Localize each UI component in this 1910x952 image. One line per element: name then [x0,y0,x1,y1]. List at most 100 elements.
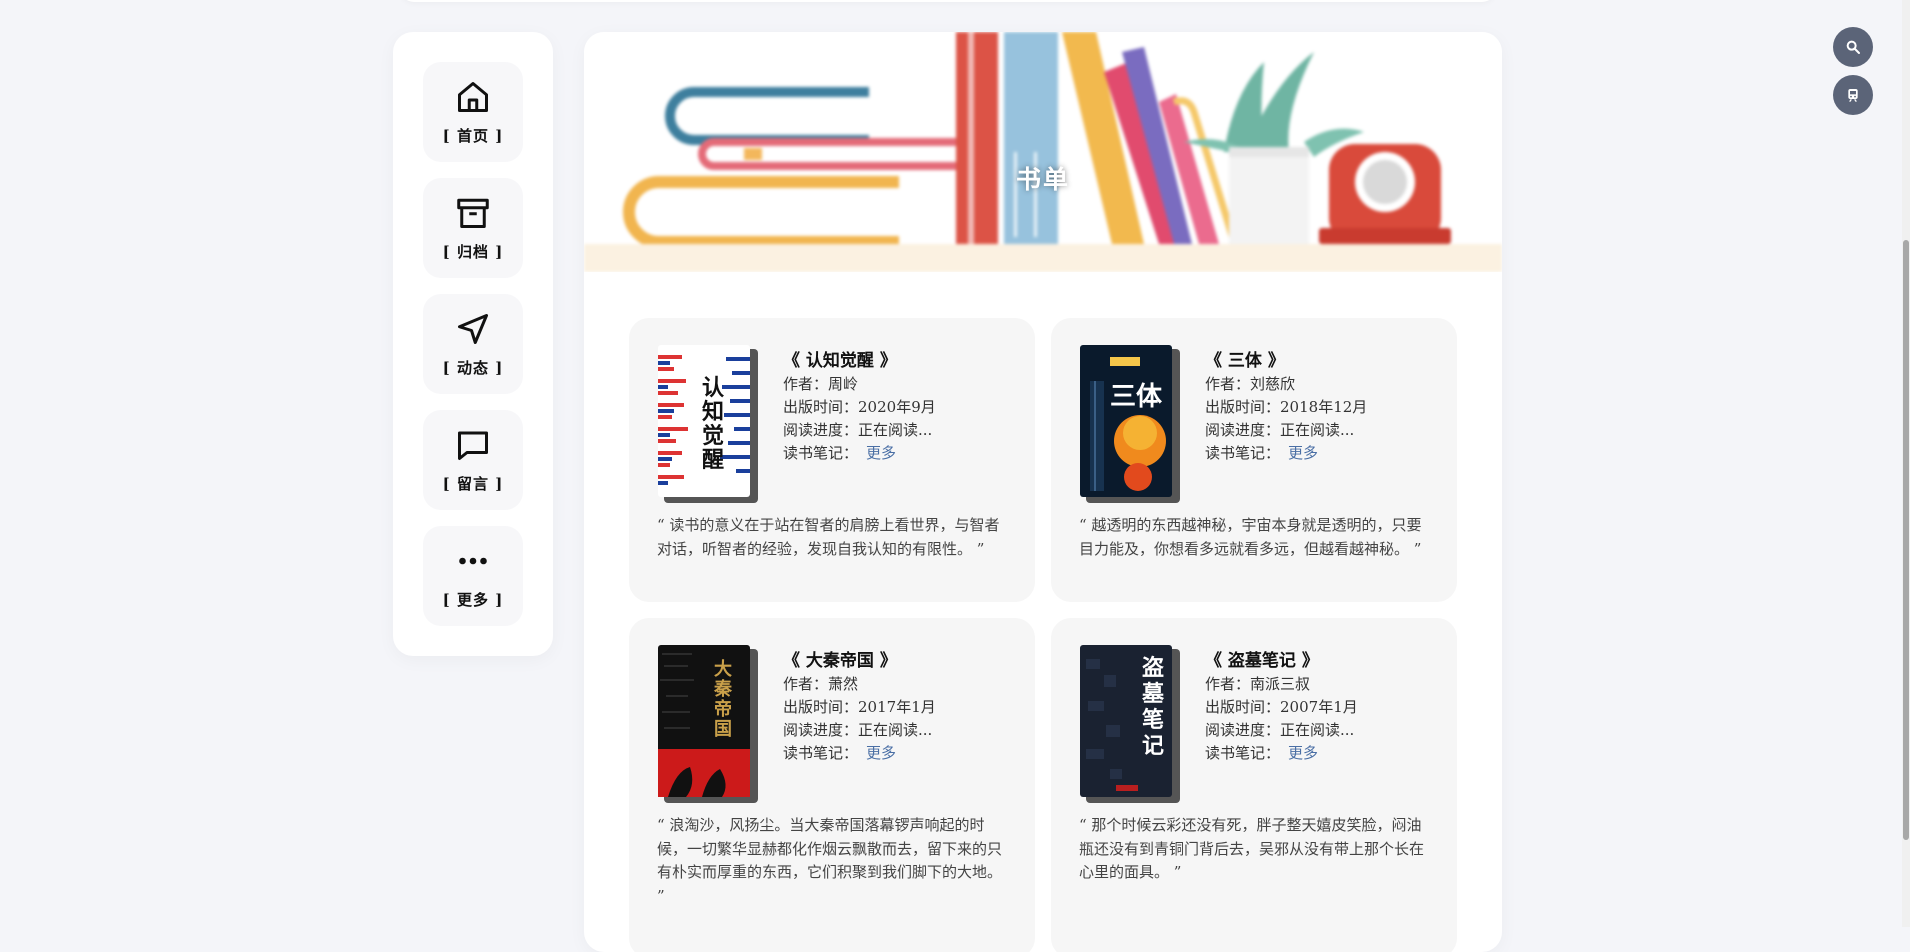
progress-label: 阅读进度： [783,421,859,439]
published-label: 出版时间： [1205,398,1281,416]
archive-icon [457,198,489,228]
book-card: 认 知 觉 醒 《 认知觉醒 》 作者：周岭 出版时间：2020年9月 阅读进度… [629,318,1035,602]
notes-label: 读书笔记： [1205,444,1281,462]
nav-label-home: [ 首页 ] [442,126,504,145]
notes-label: 读书笔记： [783,444,859,462]
book-cover-image[interactable]: 认 知 觉 醒 [658,345,758,503]
book-author: 南派三叔 [1250,675,1311,693]
book-progress-row: 阅读进度：正在阅读... [783,719,936,742]
nav-item-moments[interactable]: [ 动态 ] [423,294,523,394]
book-card: 三体 《 三体 》 作者：刘慈欣 出版时间：2018年12月 阅读进度：正在阅读… [1051,318,1457,602]
send-icon [458,313,488,344]
book-author-row: 作者：南派三叔 [1205,673,1358,696]
home-icon [458,81,488,112]
book-title[interactable]: 《 认知觉醒 》 [783,350,936,373]
notes-more-link[interactable]: 更多 [866,444,896,462]
book-published-row: 出版时间：2020年9月 [783,396,936,419]
nav-label-more: [ 更多 ] [442,590,504,609]
book-notes-row: 读书笔记： 更多 [1205,742,1358,765]
svg-text:觉: 觉 [702,423,724,449]
svg-text:认: 认 [702,375,724,401]
book-published: 2020年9月 [858,398,936,416]
booklist-panel: 书单 认 知 觉 醒 《 认知觉醒 》 作者：周岭 出版时间：2020年9月 阅… [584,32,1502,952]
nav-label-moments: [ 动态 ] [442,358,504,377]
book-progress: 正在阅读... [858,721,933,739]
book-cover-image[interactable]: 三体 [1080,345,1180,503]
book-progress: 正在阅读... [1280,721,1355,739]
book-progress-row: 阅读进度：正在阅读... [1205,719,1358,742]
notes-more-link[interactable]: 更多 [866,744,896,762]
book-notes-row: 读书笔记： 更多 [783,742,936,765]
book-card: 大 秦 帝 国 《 大秦帝国 》 作者：萧然 出版时间：2017年1月 阅读进度… [629,618,1035,952]
nav-item-more[interactable]: [ 更多 ] [423,526,523,626]
book-quote: “ 读书的意义在于站在智者的肩膀上看世界，与智者对话，听智者的经验，发现自我认知… [657,516,1000,558]
nav-item-home[interactable]: [ 首页 ] [423,62,523,162]
bookshelf-illustration [584,32,1502,272]
scrollbar[interactable] [1902,0,1910,927]
svg-text:笔: 笔 [1142,707,1164,733]
book-quote: “ 越透明的东西越神秘，宇宙本身就是透明的，只要目力能及，你想看多远就看多远，但… [1079,516,1422,558]
svg-text:三体: 三体 [1110,382,1163,412]
train-icon [1848,89,1858,103]
book-title[interactable]: 《 三体 》 [1205,350,1367,373]
svg-text:醒: 醒 [702,447,724,473]
svg-text:记: 记 [1142,733,1164,759]
svg-text:大: 大 [714,658,732,680]
scrollbar-thumb[interactable] [1903,240,1909,840]
svg-text:墓: 墓 [1141,681,1165,707]
book-cover-image[interactable]: 盗 墓 笔 记 [1080,645,1180,803]
nav-label-archive: [ 归档 ] [442,242,504,261]
train-button[interactable] [1833,75,1873,115]
author-label: 作者： [783,375,829,393]
search-button[interactable] [1833,27,1873,67]
book-title[interactable]: 《 大秦帝国 》 [783,650,936,673]
book-author: 刘慈欣 [1250,375,1296,393]
book-quote: “ 浪淘沙，风扬尘。当大秦帝国落幕锣声响起的时候，一切繁华显赫都化作烟云飘散而去… [657,816,1003,905]
book-author-row: 作者：周岭 [783,373,936,396]
book-author-row: 作者：刘慈欣 [1205,373,1367,396]
progress-label: 阅读进度： [1205,721,1281,739]
sidebar-nav: [ 首页 ] [ 归档 ] [ 动态 ] [ 留言 ] [ 更多 ] [393,32,553,656]
top-header-edge [400,0,1496,2]
book-progress: 正在阅读... [858,421,933,439]
author-label: 作者： [1205,675,1251,693]
book-info: 《 认知觉醒 》 作者：周岭 出版时间：2020年9月 阅读进度：正在阅读...… [783,350,936,465]
book-author: 萧然 [828,675,859,693]
more-icon [459,557,487,564]
book-info: 《 三体 》 作者：刘慈欣 出版时间：2018年12月 阅读进度：正在阅读...… [1205,350,1367,465]
book-author-row: 作者：萧然 [783,673,936,696]
published-label: 出版时间： [783,398,859,416]
nav-item-archive[interactable]: [ 归档 ] [423,178,523,278]
book-cover-image[interactable]: 大 秦 帝 国 [658,645,758,803]
book-card: 盗 墓 笔 记 《 盗墓笔记 》 作者：南派三叔 出版时间：2007年1月 阅读… [1051,618,1457,952]
notes-label: 读书笔记： [783,744,859,762]
svg-text:知: 知 [702,399,724,425]
banner: 书单 [584,32,1502,272]
book-progress-row: 阅读进度：正在阅读... [1205,419,1367,442]
author-label: 作者： [783,675,829,693]
svg-text:国: 国 [714,719,732,740]
page-title: 书单 [1015,165,1070,194]
notes-more-link[interactable]: 更多 [1288,444,1318,462]
book-published-row: 出版时间：2018年12月 [1205,396,1367,419]
book-published: 2007年1月 [1280,698,1358,716]
svg-text:盗: 盗 [1142,655,1164,681]
book-info: 《 盗墓笔记 》 作者：南派三叔 出版时间：2007年1月 阅读进度：正在阅读.… [1205,650,1358,765]
book-info: 《 大秦帝国 》 作者：萧然 出版时间：2017年1月 阅读进度：正在阅读...… [783,650,936,765]
svg-text:帝: 帝 [714,698,732,720]
book-progress: 正在阅读... [1280,421,1355,439]
book-notes-row: 读书笔记： 更多 [783,442,936,465]
progress-label: 阅读进度： [1205,421,1281,439]
book-published: 2018年12月 [1280,398,1368,416]
nav-label-guestbook: [ 留言 ] [442,474,504,493]
notes-more-link[interactable]: 更多 [1288,744,1318,762]
nav-item-guestbook[interactable]: [ 留言 ] [423,410,523,510]
book-title[interactable]: 《 盗墓笔记 》 [1205,650,1358,673]
message-icon [458,431,488,460]
book-author: 周岭 [828,375,859,393]
progress-label: 阅读进度： [783,721,859,739]
book-quote: “ 那个时候云彩还没有死，胖子整天嬉皮笑脸，闷油瓶还没有到青铜门背后去，吴邪从没… [1079,816,1425,881]
search-icon [1846,40,1860,54]
published-label: 出版时间： [1205,698,1281,716]
book-published-row: 出版时间：2007年1月 [1205,696,1358,719]
